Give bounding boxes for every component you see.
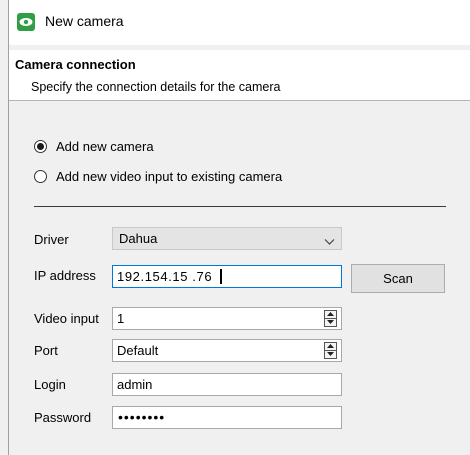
password-input[interactable]: •••••••• [112,406,342,429]
spin-buttons [324,342,337,359]
spin-down-icon[interactable] [325,319,336,326]
port-stepper[interactable]: Default [112,339,342,362]
login-input[interactable]: admin [112,373,342,396]
spin-up-icon[interactable] [325,311,336,319]
video-input-stepper[interactable]: 1 [112,307,342,330]
driver-select-value: Dahua [119,231,158,246]
eye-icon [17,13,35,31]
radio-add-video-input[interactable]: Add new video input to existing camera [34,167,282,185]
section-divider [34,206,446,207]
driver-select[interactable]: Dahua [112,227,342,250]
ip-address-value: 192.154.15 .76 [117,269,213,284]
login-value: admin [117,377,153,392]
radio-button[interactable] [34,139,47,153]
header-divider [9,100,470,101]
video-input-value: 1 [117,311,125,326]
radio-add-new-camera[interactable]: Add new camera [34,137,154,155]
radio-label: Add new video input to existing camera [56,168,283,184]
chevron-down-icon [324,233,335,251]
radio-label: Add new camera [56,138,154,154]
password-value: •••••••• [118,409,166,425]
ip-address-input[interactable]: 192.154.15 .76 [112,265,342,288]
port-value: Default [117,343,159,358]
page-title: Camera connection [15,57,136,72]
text-caret [220,269,222,284]
spin-up-icon[interactable] [325,343,336,351]
password-label: Password [34,410,92,425]
radio-button[interactable] [34,169,47,183]
page-subtitle: Specify the connection details for the c… [31,80,281,94]
scan-button[interactable]: Scan [351,264,445,293]
driver-label: Driver [34,232,69,247]
port-label: Port [34,343,58,358]
ip-address-label: IP address [34,268,96,283]
window-title: New camera [45,13,124,29]
login-label: Login [34,377,66,392]
spin-down-icon[interactable] [325,351,336,358]
spin-buttons [324,310,337,327]
video-input-label: Video input [34,311,99,326]
